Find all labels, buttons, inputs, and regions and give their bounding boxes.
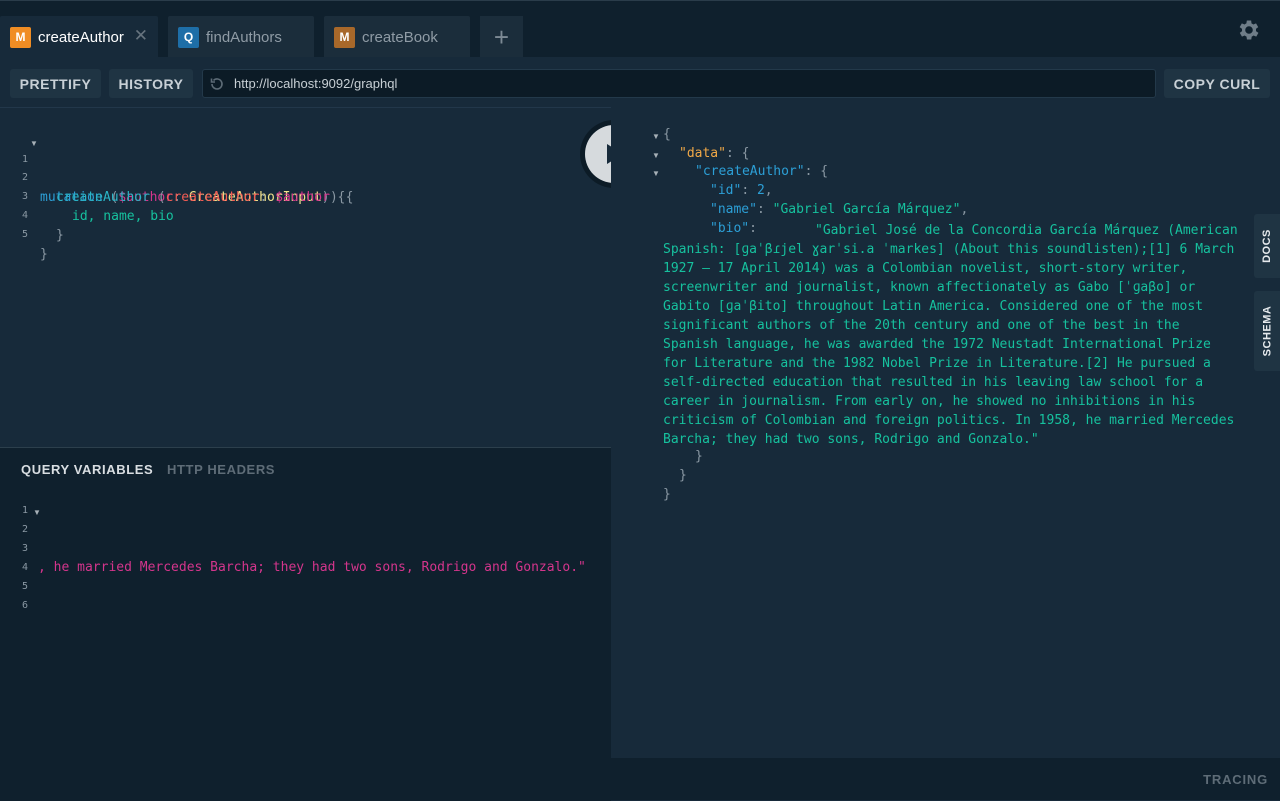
fold-arrow-icon[interactable]: ▼	[33, 508, 41, 517]
line-number: 5	[21, 229, 28, 240]
line-number: 4	[21, 562, 28, 573]
fold-arrow-icon[interactable]: ▼	[30, 139, 38, 148]
json-bio-string: "Gabriel José de la Concordia García Már…	[663, 221, 1238, 449]
gear-icon[interactable]	[1236, 17, 1262, 43]
tab-label: findAuthors	[206, 28, 282, 46]
tracing-button[interactable]: TRACING	[1203, 772, 1268, 787]
json-string: "Gabriel José de la Concordia García Már…	[663, 223, 1238, 447]
json-number: 2	[756, 183, 765, 198]
tab-bar: M createAuthor ✕ Q findAuthors M createB…	[0, 0, 1280, 58]
json-close-brace: }	[695, 449, 703, 464]
field-name: createAuthor	[56, 190, 150, 205]
line-number: 1	[21, 505, 28, 516]
fold-arrow-icon[interactable]: ▼	[652, 132, 660, 141]
json-string: "Gabriel García Márquez"	[772, 202, 961, 217]
result-panel: ▼ { ▼ "data": { ▼ "createAuthor": { "id"…	[611, 107, 1280, 758]
tab-http-headers[interactable]: HTTP HEADERS	[167, 462, 275, 477]
editor-line: 1 ▼ mutation ($author: CreateAuthorInput…	[0, 136, 345, 205]
endpoint-url-field[interactable]: http://localhost:9092/graphql	[202, 69, 1156, 98]
line-number: 5	[21, 581, 28, 592]
mutation-badge: M	[10, 26, 31, 48]
query-editor[interactable]: 1 ▼ mutation ($author: CreateAuthorInput…	[0, 107, 611, 448]
footer-bar: TRACING	[0, 758, 1280, 800]
query-badge: Q	[178, 26, 199, 48]
prettify-button[interactable]: PRETTIFY	[10, 69, 101, 98]
endpoint-url: http://localhost:9092/graphql	[234, 76, 398, 91]
json-close-brace: }	[679, 468, 687, 483]
line-number: 2	[21, 524, 28, 535]
docs-label: DOCS	[1261, 229, 1273, 263]
docs-button[interactable]: DOCS	[1254, 214, 1280, 278]
json-line-name: "name": "Gabriel García Márquez",	[710, 202, 969, 217]
json-line-create-author: "createAuthor": {	[695, 164, 829, 179]
schema-button[interactable]: SCHEMA	[1254, 291, 1280, 371]
tab-label: createBook	[362, 28, 438, 46]
punctuation: (	[149, 190, 166, 205]
close-icon[interactable]: ✕	[134, 26, 148, 46]
editor-line: 2 createAuthor (createAuthor: $author) {	[0, 154, 353, 205]
copy-curl-button[interactable]: COPY CURL	[1164, 69, 1270, 98]
closing-brace: }	[40, 247, 48, 262]
reload-icon[interactable]	[209, 76, 225, 92]
json-line-data: "data": {	[679, 146, 750, 161]
variable: $author	[275, 190, 330, 205]
json-key: "createAuthor"	[695, 164, 805, 179]
selection-fields: id, name, bio	[72, 209, 174, 224]
line-number: 6	[21, 600, 28, 611]
tab-find-authors[interactable]: Q findAuthors	[168, 16, 314, 58]
fold-arrow-icon[interactable]: ▼	[652, 169, 660, 178]
mutation-badge: M	[334, 26, 355, 48]
fold-arrow-icon[interactable]: ▼	[652, 151, 660, 160]
tab-query-variables[interactable]: QUERY VARIABLES	[21, 462, 153, 477]
closing-brace: }	[56, 228, 64, 243]
history-button[interactable]: HISTORY	[109, 69, 193, 98]
schema-label: SCHEMA	[1261, 305, 1274, 357]
punctuation: ) {	[329, 190, 354, 205]
variables-panel: QUERY VARIABLES HTTP HEADERS 1 ▼ 2 3 4 5…	[0, 447, 611, 801]
tab-create-author[interactable]: M createAuthor ✕	[0, 16, 158, 58]
editor-line: 4 }	[0, 192, 64, 243]
json-open-brace: {	[663, 127, 671, 142]
json-close-brace: }	[663, 487, 671, 502]
tab-label: createAuthor	[38, 28, 124, 46]
json-key: "name"	[710, 202, 757, 217]
tab-create-book[interactable]: M createBook	[324, 16, 470, 58]
argument-name: createAuthor	[165, 190, 260, 205]
line-number: 3	[21, 543, 28, 554]
punctuation: :	[259, 190, 276, 205]
variables-text[interactable]: , he married Mercedes Barcha; they had t…	[38, 560, 586, 575]
editor-line: 3 id, name, bio	[0, 173, 174, 224]
json-key: "data"	[679, 146, 726, 161]
add-tab-button[interactable]: +	[480, 16, 523, 58]
json-key: "id"	[710, 183, 742, 198]
editor-line: 5 }	[0, 211, 48, 262]
json-line-id: "id": 2,	[710, 183, 773, 198]
